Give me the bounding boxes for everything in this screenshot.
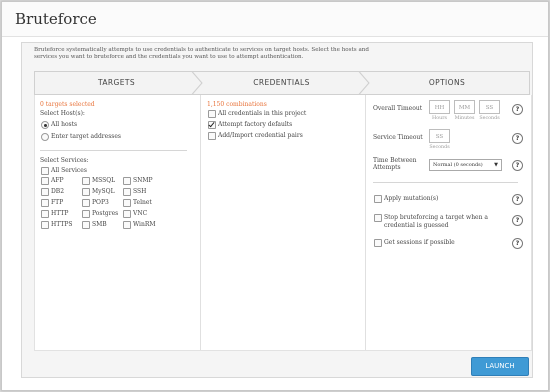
service-checkbox-mysql[interactable]: [82, 188, 90, 196]
service-label: HTTPS: [51, 221, 73, 228]
checkbox-stop-on-guess-label: Stop bruteforcing a target when a creden…: [384, 214, 488, 229]
help-icon[interactable]: ?: [512, 194, 523, 205]
service-label: Telnet: [133, 199, 152, 206]
service-label: SNMP: [133, 177, 153, 184]
radio-all-hosts-label: All hosts: [51, 121, 78, 128]
service-checkbox-postgres[interactable]: [82, 210, 90, 218]
checkbox-all-credentials[interactable]: [208, 110, 216, 118]
checkbox-all-credentials-label: All credentials in this project: [218, 110, 307, 117]
column-divider: [365, 95, 366, 350]
help-icon[interactable]: ?: [512, 133, 523, 144]
service-checkbox-mssql[interactable]: [82, 177, 90, 185]
service-label: MySQL: [92, 188, 115, 195]
overall-timeout-hours-input[interactable]: HH: [429, 100, 450, 114]
service-checkbox-ssh[interactable]: [123, 188, 131, 196]
service-label: SMB: [92, 221, 107, 228]
service-checkbox-db2[interactable]: [41, 188, 49, 196]
tab-options-label: OPTIONS: [428, 78, 466, 87]
service-checkbox-smb[interactable]: [82, 221, 90, 229]
service-label: WinRM: [133, 221, 156, 228]
column-divider: [200, 95, 201, 350]
service-label: MSSQL: [92, 177, 116, 184]
checkbox-get-sessions-label: Get sessions if possible: [384, 239, 455, 246]
service-timeout-label: Service Timeout: [373, 134, 423, 141]
divider: [373, 182, 518, 183]
tab-options[interactable]: OPTIONS: [364, 71, 530, 95]
tab-targets-label: TARGETS: [97, 78, 136, 87]
time-between-attempts-label: Time Between Attempts: [373, 157, 417, 171]
chevron-down-icon: ▼: [494, 162, 498, 168]
service-checkbox-telnet[interactable]: [123, 199, 131, 207]
overall-timeout-minutes-input[interactable]: MM: [454, 100, 475, 114]
divider: [40, 150, 187, 151]
service-label: POP3: [92, 199, 109, 206]
checkbox-all-services-label: All Services: [51, 167, 87, 174]
tab-credentials-label: CREDENTIALS: [253, 78, 310, 87]
service-label: AFP: [51, 177, 64, 184]
help-icon[interactable]: ?: [512, 215, 523, 226]
content-panel: Bruteforce systematically attempts to us…: [21, 42, 533, 378]
checkbox-apply-mutations-label: Apply mutation(s): [384, 195, 439, 202]
help-icon[interactable]: ?: [512, 104, 523, 115]
service-checkbox-afp[interactable]: [41, 177, 49, 185]
service-label: Postgres: [92, 210, 119, 217]
service-label: HTTP: [51, 210, 69, 217]
tab-targets[interactable]: TARGETS: [34, 71, 199, 95]
checkbox-apply-mutations[interactable]: [374, 195, 382, 203]
checkbox-factory-defaults-label: Attempt factory defaults: [218, 121, 293, 128]
bruteforce-window: Bruteforce Bruteforce systematically att…: [1, 1, 549, 391]
steps-panel: 0 targets selected Select Host(s): All h…: [34, 95, 532, 351]
window-title: Bruteforce: [15, 10, 97, 28]
checkbox-add-import-pairs-label: Add/Import credential pairs: [218, 132, 303, 139]
radio-enter-target-addresses-label: Enter target addresses: [51, 133, 122, 140]
intro-text: Bruteforce systematically attempts to us…: [34, 47, 369, 60]
checkbox-stop-on-guess[interactable]: [374, 214, 382, 222]
service-label: FTP: [51, 199, 64, 206]
select-hosts-label: Select Host(s):: [40, 110, 85, 117]
service-checkbox-ftp[interactable]: [41, 199, 49, 207]
combinations-count: 1,150 combinations: [207, 101, 267, 108]
service-checkbox-snmp[interactable]: [123, 177, 131, 185]
step-navigation: TARGETS CREDENTIALS OPTIONS: [34, 71, 530, 95]
service-checkbox-vnc[interactable]: [123, 210, 131, 218]
service-checkbox-winrm[interactable]: [123, 221, 131, 229]
tab-credentials[interactable]: CREDENTIALS: [199, 71, 364, 95]
service-label: DB2: [51, 188, 65, 195]
hours-caption: Hours: [432, 116, 447, 121]
service-timeout-seconds-input[interactable]: SS: [429, 129, 450, 143]
service-checkbox-pop3[interactable]: [82, 199, 90, 207]
checkbox-factory-defaults[interactable]: [208, 121, 216, 129]
overall-timeout-seconds-input[interactable]: SS: [479, 100, 500, 114]
checkbox-get-sessions[interactable]: [374, 239, 382, 247]
launch-button[interactable]: LAUNCH: [471, 357, 529, 376]
service-checkbox-http[interactable]: [41, 210, 49, 218]
help-icon[interactable]: ?: [512, 160, 523, 171]
select-services-label: Select Services:: [40, 157, 89, 164]
service-seconds-caption: Seconds: [429, 145, 450, 150]
checkbox-add-import-pairs[interactable]: [208, 132, 216, 140]
service-label: VNC: [133, 210, 148, 217]
help-icon[interactable]: ?: [512, 238, 523, 249]
service-label: SSH: [133, 188, 147, 195]
targets-selected-count: 0 targets selected: [40, 101, 95, 108]
service-checkbox-https[interactable]: [41, 221, 49, 229]
overall-timeout-label: Overall Timeout: [373, 105, 423, 112]
time-between-attempts-value: Normal (0 seconds): [433, 162, 483, 168]
title-bar: Bruteforce: [2, 2, 548, 37]
radio-all-hosts[interactable]: [41, 121, 49, 129]
time-between-attempts-select[interactable]: Normal (0 seconds) ▼: [429, 159, 502, 171]
checkbox-all-services[interactable]: [41, 167, 49, 175]
radio-enter-target-addresses[interactable]: [41, 133, 49, 141]
seconds-caption: Seconds: [479, 116, 500, 121]
minutes-caption: Minutes: [454, 116, 475, 121]
